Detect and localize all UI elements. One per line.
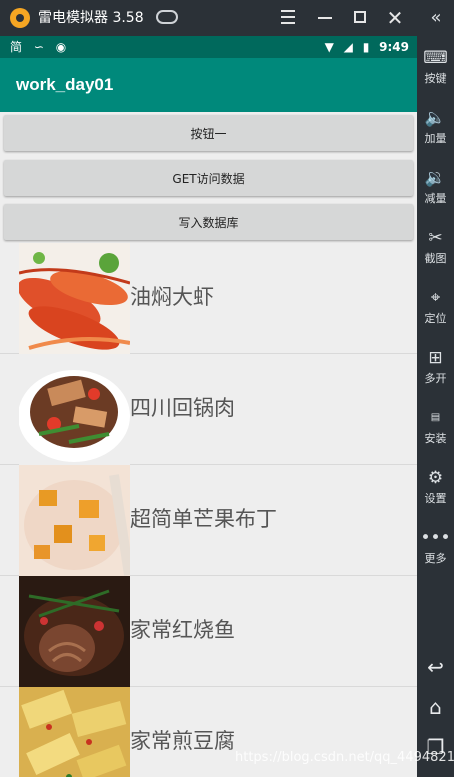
main-content: 按钮一 GET访问数据 写入数据库 油焖大虾 四川回锅肉 超简单芒果布丁 家常红… xyxy=(0,112,417,777)
maximize-button[interactable] xyxy=(348,6,372,30)
sidebar-item-label: 定位 xyxy=(424,312,447,325)
gamepad-icon[interactable] xyxy=(156,10,178,24)
emulator-sidebar: « ⌨ 按键 🔈 加量 🔉 减量 ✂ 截图 ⌖ 定位 ⊞ 多开 ▤ 安装 ⚙ 设… xyxy=(417,0,454,777)
more-dots-icon: ••• xyxy=(420,528,451,548)
list-item[interactable]: 四川回锅肉 xyxy=(0,354,417,465)
scissors-icon: ✂ xyxy=(428,228,443,248)
apk-icon: ▤ xyxy=(430,412,441,423)
list-item[interactable]: 超简单芒果布丁 xyxy=(0,465,417,576)
sync-icon: ◉ xyxy=(55,40,67,54)
status-bar: 简 ∽ ◉ ▼ ◢ ▮ 9:49 xyxy=(0,36,417,58)
sidebar-item-label: 多开 xyxy=(424,372,447,385)
sidebar-item-label: 安装 xyxy=(424,432,447,445)
collapse-sidebar-icon[interactable]: « xyxy=(425,7,447,29)
clock: 9:49 xyxy=(379,40,409,54)
recipe-title: 家常煎豆腐 xyxy=(130,729,235,753)
get-data-button[interactable]: GET访问数据 xyxy=(4,160,413,196)
sidebar-item-label: 更多 xyxy=(424,552,447,565)
app-bar: work_day01 xyxy=(0,58,417,112)
keyboard-icon: ⌨ xyxy=(423,48,448,68)
sidebar-item-volume-up[interactable]: 🔈 加量 xyxy=(417,104,454,156)
back-button[interactable]: ↩ xyxy=(417,653,454,681)
list-item[interactable]: 油焖大虾 xyxy=(0,243,417,354)
emulator-logo-icon xyxy=(10,8,30,28)
sidebar-item-label: 设置 xyxy=(424,492,447,505)
recipe-title: 四川回锅肉 xyxy=(130,396,235,420)
volume-down-icon: 🔉 xyxy=(424,168,447,188)
emulator-title-bar: 雷电模拟器 3.58 ✕ xyxy=(0,0,454,36)
recipe-image xyxy=(19,687,130,777)
location-pin-icon: ⌖ xyxy=(430,288,441,308)
recipe-title: 超简单芒果布丁 xyxy=(130,507,277,531)
sidebar-item-screenshot[interactable]: ✂ 截图 xyxy=(417,224,454,276)
sidebar-item-label: 截图 xyxy=(424,252,447,265)
emulator-title: 雷电模拟器 3.58 xyxy=(38,10,144,26)
signal-icon: ◢ xyxy=(343,40,353,54)
volume-up-icon: 🔈 xyxy=(424,108,447,128)
recipe-image xyxy=(19,576,130,687)
sidebar-item-label: 按键 xyxy=(424,72,447,85)
recipe-title: 油焖大虾 xyxy=(130,285,214,309)
multi-open-icon: ⊞ xyxy=(428,348,443,368)
recipe-image xyxy=(19,243,130,354)
list-item[interactable]: 家常红烧鱼 xyxy=(0,576,417,687)
sidebar-item-location[interactable]: ⌖ 定位 xyxy=(417,284,454,336)
watermark: https://blog.csdn.net/qq_44948212 xyxy=(235,750,454,765)
sidebar-item-keys[interactable]: ⌨ 按键 xyxy=(417,44,454,96)
home-button[interactable]: ⌂ xyxy=(417,693,454,721)
recipe-list[interactable]: 油焖大虾 四川回锅肉 超简单芒果布丁 家常红烧鱼 家常煎豆腐 xyxy=(0,243,417,777)
recipe-image xyxy=(19,465,130,576)
sidebar-item-multi-open[interactable]: ⊞ 多开 xyxy=(417,344,454,396)
sidebar-item-volume-down[interactable]: 🔉 减量 xyxy=(417,164,454,216)
sidebar-item-install[interactable]: ▤ 安装 xyxy=(417,404,454,456)
input-method-label: 简 xyxy=(10,40,23,54)
button-one[interactable]: 按钮一 xyxy=(4,115,413,151)
sidebar-item-label: 减量 xyxy=(424,192,447,205)
recipe-title: 家常红烧鱼 xyxy=(130,618,235,642)
write-database-button[interactable]: 写入数据库 xyxy=(4,204,413,240)
sidebar-item-settings[interactable]: ⚙ 设置 xyxy=(417,464,454,516)
gear-icon: ⚙ xyxy=(427,468,444,488)
minimize-button[interactable] xyxy=(313,6,337,30)
close-button[interactable]: ✕ xyxy=(383,6,407,30)
notification-icon: ∽ xyxy=(33,40,44,54)
recipe-image xyxy=(19,354,130,465)
sidebar-item-more[interactable]: ••• 更多 xyxy=(417,524,454,576)
wifi-icon: ▼ xyxy=(324,40,334,54)
battery-icon: ▮ xyxy=(362,40,370,54)
menu-icon[interactable] xyxy=(276,6,300,30)
page-title: work_day01 xyxy=(16,75,114,94)
sidebar-item-label: 加量 xyxy=(424,132,447,145)
